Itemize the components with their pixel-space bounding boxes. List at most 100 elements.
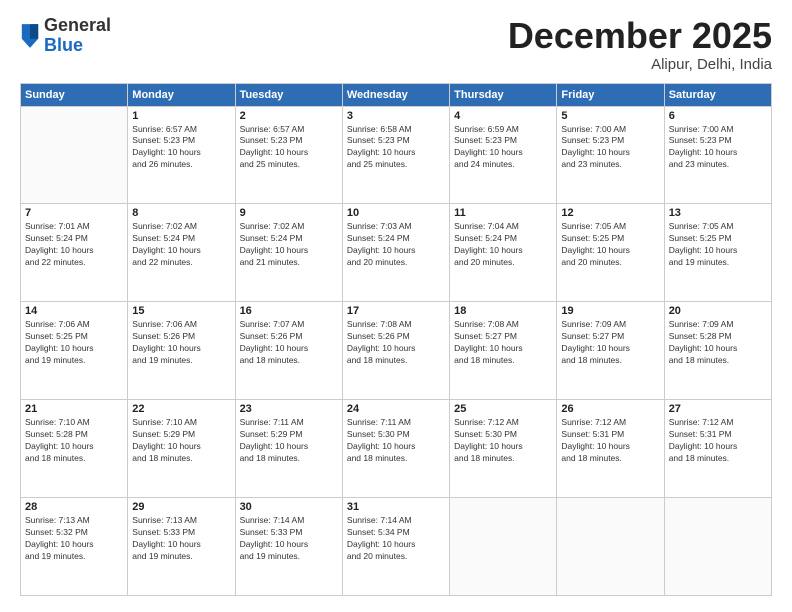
week-row-5: 28Sunrise: 7:13 AMSunset: 5:32 PMDayligh… [21, 498, 772, 596]
day-number: 12 [561, 207, 659, 219]
logo-general-text: General [44, 16, 111, 36]
day-number: 4 [454, 110, 552, 122]
day-number: 20 [669, 305, 767, 317]
table-cell: 16 Sunrise: 7:07 AMSunset: 5:26 PMDayligh… [235, 302, 342, 400]
table-cell: 26 Sunrise: 7:12 AMSunset: 5:31 PMDayligh… [557, 400, 664, 498]
col-saturday: Saturday [664, 83, 771, 106]
day-info: Sunrise: 7:02 AMSunset: 5:24 PMDaylight:… [132, 221, 230, 269]
calendar-table: Sunday Monday Tuesday Wednesday Thursday… [20, 83, 772, 596]
day-number: 31 [347, 501, 445, 513]
day-number: 7 [25, 207, 123, 219]
week-row-2: 7 Sunrise: 7:01 AMSunset: 5:24 PMDaylight… [21, 204, 772, 302]
table-cell: 4Sunrise: 6:59 AMSunset: 5:23 PMDaylight… [450, 106, 557, 204]
day-info: Sunrise: 7:11 AMSunset: 5:30 PMDaylight:… [347, 417, 445, 465]
table-cell: 6 Sunrise: 7:00 AMSunset: 5:23 PMDaylight… [664, 106, 771, 204]
day-info: Sunrise: 7:10 AMSunset: 5:28 PMDaylight:… [25, 417, 123, 465]
table-cell: 30Sunrise: 7:14 AMSunset: 5:33 PMDayligh… [235, 498, 342, 596]
day-number: 19 [561, 305, 659, 317]
table-cell: 5 Sunrise: 7:00 AMSunset: 5:23 PMDaylight… [557, 106, 664, 204]
week-row-4: 21 Sunrise: 7:10 AMSunset: 5:28 PMDayligh… [21, 400, 772, 498]
title-block: December 2025 Alipur, Delhi, India [508, 16, 772, 73]
day-number: 15 [132, 305, 230, 317]
day-number: 17 [347, 305, 445, 317]
calendar-header-row: Sunday Monday Tuesday Wednesday Thursday… [21, 83, 772, 106]
day-info: Sunrise: 7:07 AMSunset: 5:26 PMDaylight:… [240, 319, 338, 367]
day-info: Sunrise: 7:08 AMSunset: 5:26 PMDaylight:… [347, 319, 445, 367]
day-number: 6 [669, 110, 767, 122]
header: General Blue December 2025 Alipur, Delhi… [20, 16, 772, 73]
day-info: Sunrise: 7:13 AMSunset: 5:32 PMDaylight:… [25, 515, 123, 563]
col-wednesday: Wednesday [342, 83, 449, 106]
table-cell: 7 Sunrise: 7:01 AMSunset: 5:24 PMDaylight… [21, 204, 128, 302]
day-number: 22 [132, 403, 230, 415]
table-cell: 29 Sunrise: 7:13 AMSunset: 5:33 PMDayligh… [128, 498, 235, 596]
day-number: 3 [347, 110, 445, 122]
table-cell: 28Sunrise: 7:13 AMSunset: 5:32 PMDayligh… [21, 498, 128, 596]
day-info: Sunrise: 7:05 AMSunset: 5:25 PMDaylight:… [669, 221, 767, 269]
day-number: 1 [132, 110, 230, 122]
logo-icon [20, 22, 40, 50]
day-info: Sunrise: 7:11 AMSunset: 5:29 PMDaylight:… [240, 417, 338, 465]
table-cell: 15Sunrise: 7:06 AMSunset: 5:26 PMDayligh… [128, 302, 235, 400]
table-cell: 12 Sunrise: 7:05 AMSunset: 5:25 PMDayligh… [557, 204, 664, 302]
day-number: 14 [25, 305, 123, 317]
logo: General Blue [20, 16, 111, 56]
table-cell: 25 Sunrise: 7:12 AMSunset: 5:30 PMDayligh… [450, 400, 557, 498]
day-info: Sunrise: 7:12 AMSunset: 5:30 PMDaylight:… [454, 417, 552, 465]
day-number: 10 [347, 207, 445, 219]
day-info: Sunrise: 7:01 AMSunset: 5:24 PMDaylight:… [25, 221, 123, 269]
table-cell: 20Sunrise: 7:09 AMSunset: 5:28 PMDayligh… [664, 302, 771, 400]
day-info: Sunrise: 7:12 AMSunset: 5:31 PMDaylight:… [669, 417, 767, 465]
table-cell [557, 498, 664, 596]
day-number: 27 [669, 403, 767, 415]
table-cell: 1 Sunrise: 6:57 AMSunset: 5:23 PMDaylight… [128, 106, 235, 204]
day-number: 29 [132, 501, 230, 513]
day-info: Sunrise: 7:06 AMSunset: 5:25 PMDaylight:… [25, 319, 123, 367]
table-cell: 11Sunrise: 7:04 AMSunset: 5:24 PMDayligh… [450, 204, 557, 302]
day-number: 18 [454, 305, 552, 317]
table-cell: 9 Sunrise: 7:02 AMSunset: 5:24 PMDaylight… [235, 204, 342, 302]
page: General Blue December 2025 Alipur, Delhi… [0, 0, 792, 612]
day-number: 5 [561, 110, 659, 122]
logo-blue-text: Blue [44, 36, 111, 56]
day-info: Sunrise: 6:57 AMSunset: 5:23 PMDaylight:… [240, 124, 338, 172]
table-cell: 2Sunrise: 6:57 AMSunset: 5:23 PMDaylight… [235, 106, 342, 204]
day-info: Sunrise: 7:14 AMSunset: 5:33 PMDaylight:… [240, 515, 338, 563]
day-info: Sunrise: 7:00 AMSunset: 5:23 PMDaylight:… [561, 124, 659, 172]
day-number: 8 [132, 207, 230, 219]
table-cell: 21 Sunrise: 7:10 AMSunset: 5:28 PMDayligh… [21, 400, 128, 498]
table-cell: 3 Sunrise: 6:58 AMSunset: 5:23 PMDaylight… [342, 106, 449, 204]
table-cell: 18 Sunrise: 7:08 AMSunset: 5:27 PMDayligh… [450, 302, 557, 400]
table-cell: 14 Sunrise: 7:06 AMSunset: 5:25 PMDayligh… [21, 302, 128, 400]
day-info: Sunrise: 7:13 AMSunset: 5:33 PMDaylight:… [132, 515, 230, 563]
table-cell: 27 Sunrise: 7:12 AMSunset: 5:31 PMDayligh… [664, 400, 771, 498]
table-cell: 17 Sunrise: 7:08 AMSunset: 5:26 PMDayligh… [342, 302, 449, 400]
day-info: Sunrise: 7:00 AMSunset: 5:23 PMDaylight:… [669, 124, 767, 172]
day-number: 11 [454, 207, 552, 219]
table-cell: 23 Sunrise: 7:11 AMSunset: 5:29 PMDayligh… [235, 400, 342, 498]
week-row-3: 14 Sunrise: 7:06 AMSunset: 5:25 PMDayligh… [21, 302, 772, 400]
logo-text: General Blue [44, 16, 111, 56]
col-monday: Monday [128, 83, 235, 106]
day-number: 26 [561, 403, 659, 415]
table-cell [664, 498, 771, 596]
month-title: December 2025 [508, 16, 772, 56]
table-cell: 19Sunrise: 7:09 AMSunset: 5:27 PMDayligh… [557, 302, 664, 400]
day-number: 9 [240, 207, 338, 219]
day-number: 21 [25, 403, 123, 415]
location-subtitle: Alipur, Delhi, India [508, 56, 772, 73]
day-number: 23 [240, 403, 338, 415]
day-info: Sunrise: 7:05 AMSunset: 5:25 PMDaylight:… [561, 221, 659, 269]
day-number: 25 [454, 403, 552, 415]
day-info: Sunrise: 7:02 AMSunset: 5:24 PMDaylight:… [240, 221, 338, 269]
day-number: 16 [240, 305, 338, 317]
table-cell [21, 106, 128, 204]
day-info: Sunrise: 6:57 AMSunset: 5:23 PMDaylight:… [132, 124, 230, 172]
day-info: Sunrise: 6:58 AMSunset: 5:23 PMDaylight:… [347, 124, 445, 172]
table-cell: 24Sunrise: 7:11 AMSunset: 5:30 PMDayligh… [342, 400, 449, 498]
table-cell: 13Sunrise: 7:05 AMSunset: 5:25 PMDayligh… [664, 204, 771, 302]
day-info: Sunrise: 7:10 AMSunset: 5:29 PMDaylight:… [132, 417, 230, 465]
table-cell: 8 Sunrise: 7:02 AMSunset: 5:24 PMDaylight… [128, 204, 235, 302]
day-info: Sunrise: 7:08 AMSunset: 5:27 PMDaylight:… [454, 319, 552, 367]
day-info: Sunrise: 7:12 AMSunset: 5:31 PMDaylight:… [561, 417, 659, 465]
